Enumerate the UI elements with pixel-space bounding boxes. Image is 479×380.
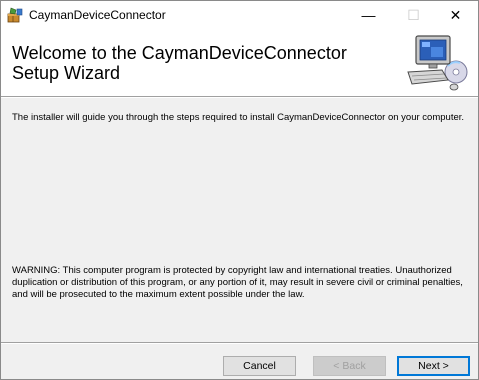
close-button[interactable]: ✕ [433, 1, 478, 29]
window-title: CaymanDeviceConnector [29, 8, 166, 22]
back-button[interactable]: < Back [313, 356, 386, 376]
wizard-header: Welcome to the CaymanDeviceConnector Set… [1, 29, 478, 96]
copyright-warning: WARNING: This computer program is protec… [12, 265, 463, 300]
cancel-button[interactable]: Cancel [223, 356, 296, 376]
maximize-button[interactable]: ☐ [391, 1, 436, 29]
installer-package-icon [7, 7, 23, 23]
next-button[interactable]: Next > [397, 356, 470, 376]
computer-setup-icon [407, 35, 468, 91]
title-bar[interactable]: CaymanDeviceConnector — ☐ ✕ [1, 1, 478, 29]
minimize-button[interactable]: — [346, 1, 391, 29]
page-title: Welcome to the CaymanDeviceConnector Set… [12, 43, 347, 83]
footer-divider [1, 342, 478, 344]
installer-window: CaymanDeviceConnector — ☐ ✕ Welcome to t… [0, 0, 479, 380]
intro-text: The installer will guide you through the… [12, 112, 465, 123]
header-divider [1, 96, 478, 98]
